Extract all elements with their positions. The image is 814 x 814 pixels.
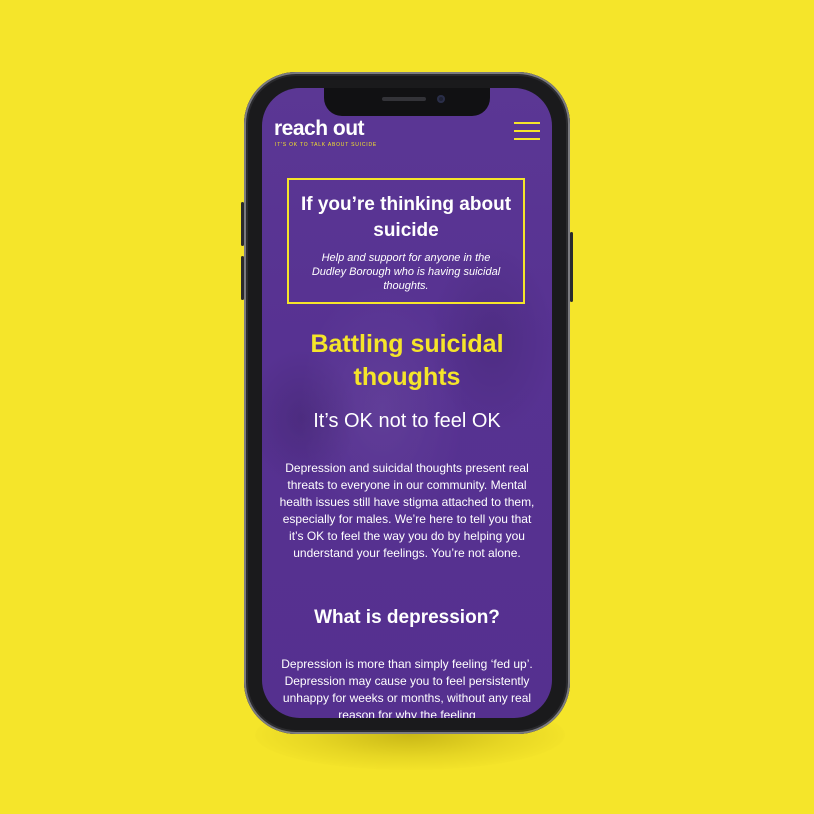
volume-button bbox=[241, 256, 244, 300]
intro-box: If you’re thinking about suicide Help an… bbox=[287, 178, 525, 304]
camera-icon bbox=[437, 95, 445, 103]
logo[interactable]: reach out bbox=[274, 118, 365, 140]
power-button bbox=[570, 232, 573, 302]
site-header: reach out IT'S OK TO TALK ABOUT SUICIDE bbox=[274, 118, 540, 158]
logo-tagline: IT'S OK TO TALK ABOUT SUICIDE bbox=[275, 142, 378, 148]
intro-subtitle: Help and support for anyone in the Dudle… bbox=[311, 252, 501, 292]
section-title: What is depression? bbox=[314, 607, 500, 628]
speaker-grille bbox=[382, 97, 426, 101]
hero-subtitle: It’s OK not to feel OK bbox=[313, 410, 501, 432]
phone-frame: reach out IT'S OK TO TALK ABOUT SUICIDE … bbox=[241, 72, 573, 734]
depression-paragraph: Depression is more than simply feeling ‘… bbox=[281, 657, 533, 718]
phone-screen: reach out IT'S OK TO TALK ABOUT SUICIDE … bbox=[262, 88, 552, 718]
intro-paragraph: Depression and suicidal thoughts present… bbox=[279, 461, 535, 560]
intro-title: If you’re thinking about suicide bbox=[300, 194, 512, 241]
hamburger-menu-icon[interactable] bbox=[514, 122, 540, 142]
volume-button bbox=[241, 202, 244, 246]
hero-title: Battling suicidal thoughts bbox=[310, 330, 504, 391]
phone-notch bbox=[324, 88, 490, 116]
mockup-stage: reach out IT'S OK TO TALK ABOUT SUICIDE … bbox=[0, 0, 814, 814]
